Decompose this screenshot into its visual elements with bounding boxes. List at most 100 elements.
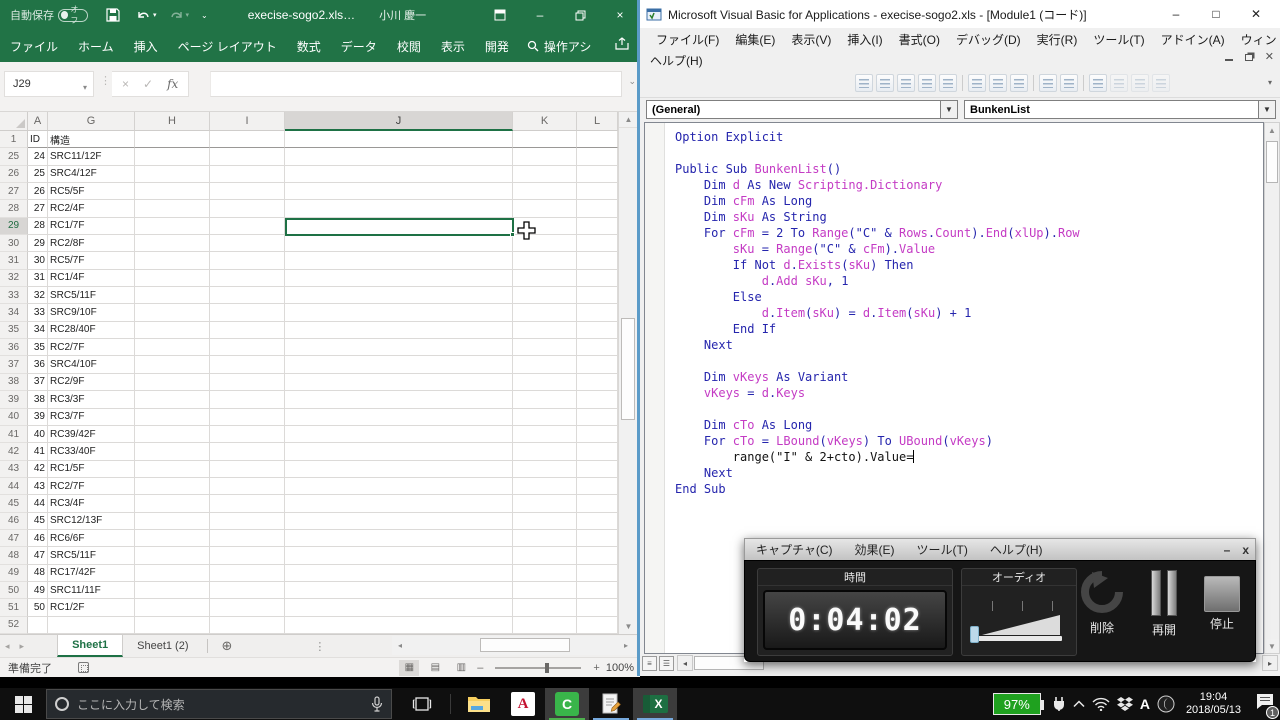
ribbon-tab-データ[interactable]: データ	[331, 30, 387, 62]
cell-A32[interactable]: 31	[28, 270, 48, 287]
code-line[interactable]: sKu = Range("C" & cFm).Value	[675, 241, 1080, 257]
row-header-49[interactable]: 49	[0, 565, 28, 582]
normal-view-icon[interactable]: ▦	[399, 660, 419, 676]
cell-I40[interactable]	[210, 409, 285, 426]
minimize-button[interactable]: –	[520, 0, 560, 30]
cell-I30[interactable]	[210, 235, 285, 252]
cell-A31[interactable]: 30	[28, 252, 48, 269]
ribbon-tab-表示[interactable]: 表示	[431, 30, 475, 62]
code-line[interactable]: Next	[675, 465, 1080, 481]
cell-H47[interactable]	[135, 530, 210, 547]
cell-A34[interactable]: 33	[28, 304, 48, 321]
row-header-25[interactable]: 25	[0, 148, 28, 165]
camtasia-button[interactable]: C	[545, 688, 589, 720]
row-header-51[interactable]: 51	[0, 599, 28, 616]
ime-mode-indicator[interactable]: A	[1140, 696, 1150, 712]
code-vertical-scrollbar[interactable]: ▲ ▼	[1264, 122, 1280, 654]
cell-A43[interactable]: 42	[28, 461, 48, 478]
code-line[interactable]: End If	[675, 321, 1080, 337]
vba-minimize-button[interactable]: –	[1156, 0, 1196, 28]
menu-help[interactable]: ヘルプ(H)	[642, 52, 711, 69]
cell-L33[interactable]	[577, 287, 618, 304]
cell-H36[interactable]	[135, 339, 210, 356]
mdi-minimize-icon[interactable]	[1225, 59, 1233, 61]
cell-L47[interactable]	[577, 530, 618, 547]
cell-L32[interactable]	[577, 270, 618, 287]
menu-ツール(T)[interactable]: ツール(T)	[1085, 31, 1152, 48]
cell-J45[interactable]	[285, 495, 513, 512]
cell-H52[interactable]	[135, 617, 210, 634]
cell-H32[interactable]	[135, 270, 210, 287]
cell-L30[interactable]	[577, 235, 618, 252]
cell-I50[interactable]	[210, 582, 285, 599]
enter-icon[interactable]: ✓	[143, 77, 153, 91]
code-line[interactable]: Next	[675, 337, 1080, 353]
cell-K34[interactable]	[513, 304, 577, 321]
formula-bar-expand-icon[interactable]: ⌄	[628, 76, 636, 87]
row-header-45[interactable]: 45	[0, 495, 28, 512]
formula-input[interactable]	[210, 71, 622, 97]
procedure-view-icon[interactable]: ≡	[642, 656, 657, 671]
taskbar-search-input[interactable]: ここに入力して検索	[46, 689, 392, 719]
cell-G37[interactable]: SRC4/10F	[48, 356, 135, 373]
night-mode-icon[interactable]	[1157, 695, 1175, 713]
column-header-G[interactable]: G	[48, 112, 135, 131]
ribbon-tab-校閲[interactable]: 校閲	[387, 30, 431, 62]
power-plug-icon[interactable]	[1052, 696, 1066, 712]
row-header-30[interactable]: 30	[0, 235, 28, 252]
cell-G47[interactable]: RC6/6F	[48, 530, 135, 547]
cell-A47[interactable]: 46	[28, 530, 48, 547]
cell-A42[interactable]: 41	[28, 443, 48, 460]
cell-A40[interactable]: 39	[28, 409, 48, 426]
row-header-42[interactable]: 42	[0, 443, 28, 460]
recorder-minimize-button[interactable]: –	[1224, 543, 1231, 557]
code-line[interactable]: Dim vKeys As Variant	[675, 369, 1080, 385]
code-line[interactable]: For cFm = 2 To Range("C" & Rows.Count).E…	[675, 225, 1080, 241]
find-icon[interactable]	[897, 74, 915, 92]
cell-L38[interactable]	[577, 374, 618, 391]
cell-I44[interactable]	[210, 478, 285, 495]
row-header-41[interactable]: 41	[0, 426, 28, 443]
code-line[interactable]: Dim cTo As Long	[675, 417, 1080, 433]
cell-H45[interactable]	[135, 495, 210, 512]
tab-options-dots[interactable]: ⋮	[314, 635, 325, 657]
recorder-menu-キャプチャ(C)[interactable]: キャプチャ(C)	[745, 541, 844, 558]
cell-L34[interactable]	[577, 304, 618, 321]
code-scroll-left-icon[interactable]: ◂	[677, 655, 693, 671]
code-line[interactable]: d.Add sKu, 1	[675, 273, 1080, 289]
fill-handle[interactable]	[510, 232, 515, 237]
menu-挿入(I)[interactable]: 挿入(I)	[839, 31, 890, 48]
cell-I41[interactable]	[210, 426, 285, 443]
cell-K48[interactable]	[513, 547, 577, 564]
resume-button[interactable]: 再開	[1137, 568, 1191, 660]
cell-J1[interactable]	[285, 131, 513, 148]
code-line[interactable]	[675, 401, 1080, 417]
save-icon[interactable]	[106, 8, 120, 22]
cell-L25[interactable]	[577, 148, 618, 165]
cell-K36[interactable]	[513, 339, 577, 356]
cell-H35[interactable]	[135, 322, 210, 339]
qat-customize-icon[interactable]: ⌄	[201, 11, 208, 20]
cell-H1[interactable]	[135, 131, 210, 148]
code-line[interactable]	[675, 145, 1080, 161]
row-header-34[interactable]: 34	[0, 304, 28, 321]
cell-L26[interactable]	[577, 166, 618, 183]
code-line[interactable]: d.Item(sKu) = d.Item(sKu) + 1	[675, 305, 1080, 321]
cell-G49[interactable]: RC17/42F	[48, 565, 135, 582]
autosave-toggle[interactable]: 自動保存 オフ	[10, 7, 88, 23]
menu-表示(V)[interactable]: 表示(V)	[783, 31, 839, 48]
code-line[interactable]: Dim cFm As Long	[675, 193, 1080, 209]
cell-L49[interactable]	[577, 565, 618, 582]
cell-L45[interactable]	[577, 495, 618, 512]
cell-I42[interactable]	[210, 443, 285, 460]
cell-J25[interactable]	[285, 148, 513, 165]
cell-K27[interactable]	[513, 183, 577, 200]
cell-A48[interactable]: 47	[28, 547, 48, 564]
row-header-1[interactable]: 1	[0, 131, 28, 148]
toolbar-overflow-icon[interactable]: ▾	[1268, 78, 1272, 87]
ribbon-tab-ページ レイアウト[interactable]: ページ レイアウト	[168, 30, 287, 62]
row-header-52[interactable]: 52	[0, 617, 28, 634]
bookmark-prev-icon[interactable]	[1131, 74, 1149, 92]
cell-I31[interactable]	[210, 252, 285, 269]
redo-icon[interactable]: ▾	[169, 9, 190, 22]
